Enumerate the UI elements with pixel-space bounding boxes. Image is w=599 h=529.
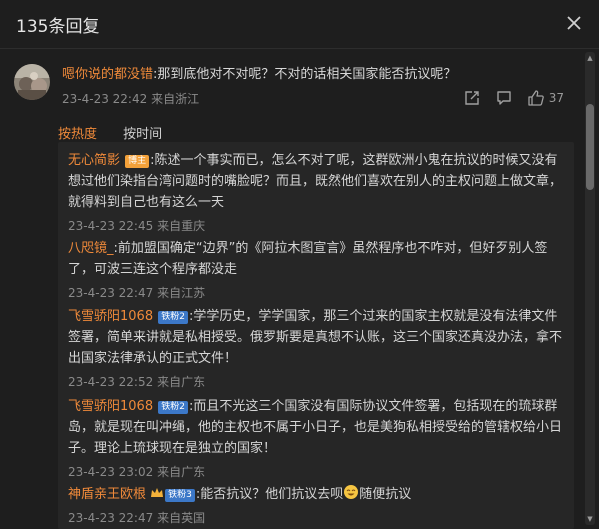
reply-time: 23-4-23 22:47 bbox=[68, 286, 154, 300]
sort-by-time-tab[interactable]: 按时间 bbox=[123, 127, 162, 142]
reply-item: 飞雪骄阳1068 铁粉2:学学历史，学学国家，那三个过来的国家主权就是没有法律文… bbox=[68, 306, 568, 390]
reply-item: 飞雪骄阳1068 铁粉2:而且不光这三个国家没有国际协议文件签署，包括现在的琉球… bbox=[68, 396, 568, 480]
comment-icon[interactable] bbox=[495, 89, 513, 107]
reply-location: 来自广东 bbox=[157, 375, 206, 389]
main-comment-content: :那到底他对不对呢？不对的话相关国家能否抗议呢？ bbox=[153, 67, 457, 82]
reply-meta: 23-4-23 22:47 来自江苏 bbox=[68, 284, 568, 301]
reply-time: 23-4-23 23:02 bbox=[68, 465, 154, 479]
reply-location: 来自江苏 bbox=[157, 286, 206, 300]
laugh-emoji-icon bbox=[344, 485, 359, 499]
reply-location: 来自英国 bbox=[157, 511, 206, 525]
scroll-down-arrow-icon[interactable]: ▼ bbox=[586, 515, 594, 523]
fan-badge: 铁粉2 bbox=[158, 401, 188, 414]
reply-time: 23-4-23 22:45 bbox=[68, 219, 154, 233]
reply-count-title: 135条回复 bbox=[16, 17, 100, 37]
main-comment-time: 23-4-23 22:42 bbox=[62, 92, 148, 106]
fan-badge: 铁粉3 bbox=[165, 489, 195, 502]
reply-username[interactable]: 神盾亲王欧根 bbox=[68, 487, 146, 502]
main-comment-username[interactable]: 嗯你说的都没错 bbox=[62, 67, 153, 82]
sort-bar: 按热度 按时间 bbox=[58, 123, 162, 142]
reply-item: 神盾亲王欧根 铁粉3:能否抗议？他们抗议去呗 随便抗议 23-4-23 22:4… bbox=[68, 484, 568, 526]
reply-time: 23-4-23 22:52 bbox=[68, 375, 154, 389]
reply-list: 无心简影 博主:陈述一个事实而已，怎么不对了呢，这群欧洲小鬼在抗议的时候又没有想… bbox=[58, 142, 574, 529]
reply-meta: 23-4-23 22:45 来自重庆 bbox=[68, 217, 568, 234]
crown-icon bbox=[151, 488, 164, 497]
reply-content-after-emoji: 随便抗议 bbox=[359, 487, 412, 502]
share-icon[interactable] bbox=[463, 89, 481, 107]
dialog-header: 135条回复 bbox=[0, 0, 599, 49]
avatar[interactable] bbox=[14, 64, 50, 100]
reply-username[interactable]: 无心简影 bbox=[68, 153, 120, 168]
close-icon[interactable] bbox=[563, 12, 585, 34]
reply-content: :能否抗议？他们抗议去呗 bbox=[195, 487, 344, 502]
main-comment-actions: 37 bbox=[463, 88, 564, 108]
reply-meta: 23-4-23 22:47 来自英国 bbox=[68, 509, 568, 526]
reply-meta: 23-4-23 23:02 来自广东 bbox=[68, 463, 568, 480]
reply-username[interactable]: 八咫镜_ bbox=[68, 241, 114, 256]
scroll-thumb[interactable] bbox=[586, 104, 594, 190]
reply-item: 八咫镜_:前加盟国确定“边界”的《阿拉木图宣言》虽然程序也不咋对，但好歹别人签了… bbox=[68, 238, 568, 301]
main-comment-meta: 23-4-23 22:42 来自浙江 bbox=[62, 90, 199, 107]
reply-time: 23-4-23 22:47 bbox=[68, 511, 154, 525]
like-icon[interactable] bbox=[527, 89, 545, 107]
fan-badge: 铁粉2 bbox=[158, 311, 188, 324]
scroll-up-arrow-icon[interactable]: ▲ bbox=[586, 54, 594, 62]
sort-by-hot-tab[interactable]: 按热度 bbox=[58, 127, 97, 142]
reply-username[interactable]: 飞雪骄阳1068 bbox=[68, 399, 153, 414]
reply-content: :前加盟国确定“边界”的《阿拉木图宣言》虽然程序也不咋对，但好歹别人签了，可波三… bbox=[68, 241, 548, 277]
main-comment-text: 嗯你说的都没错:那到底他对不对呢？不对的话相关国家能否抗议呢？ bbox=[62, 66, 572, 84]
reply-location: 来自重庆 bbox=[157, 219, 206, 233]
main-comment-location: 来自浙江 bbox=[151, 92, 200, 106]
author-badge: 博主 bbox=[125, 155, 150, 168]
reply-meta: 23-4-23 22:52 来自广东 bbox=[68, 373, 568, 390]
reply-item: 无心简影 博主:陈述一个事实而已，怎么不对了呢，这群欧洲小鬼在抗议的时候又没有想… bbox=[68, 150, 568, 234]
reply-location: 来自广东 bbox=[157, 465, 206, 479]
like-count: 37 bbox=[548, 91, 564, 105]
reply-username[interactable]: 飞雪骄阳1068 bbox=[68, 309, 153, 324]
scrollbar[interactable]: ▲ ▼ bbox=[585, 52, 595, 525]
